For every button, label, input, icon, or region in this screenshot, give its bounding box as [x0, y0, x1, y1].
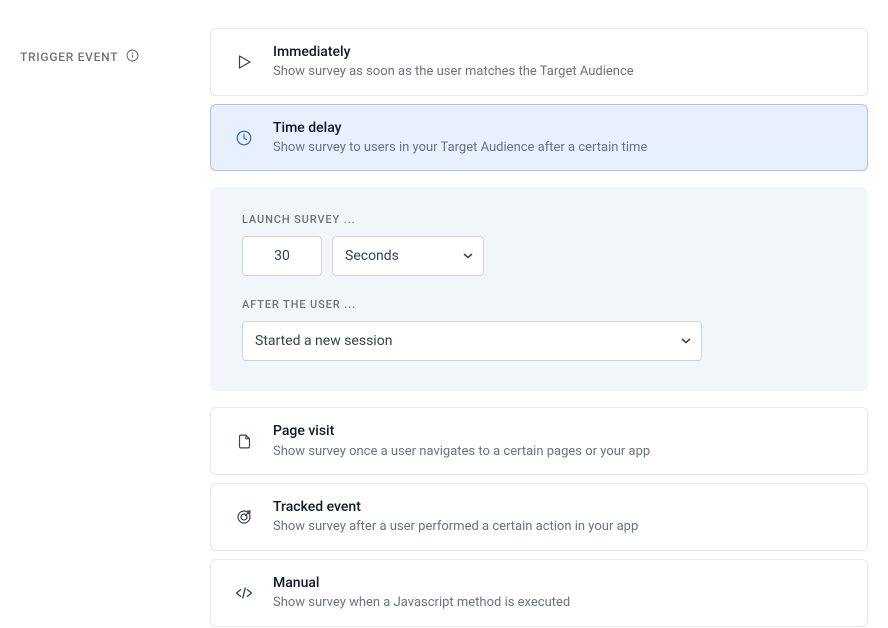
option-page-visit[interactable]: Page visit Show survey once a user navig… [210, 407, 868, 475]
option-desc: Show survey when a Javascript method is … [273, 594, 845, 612]
after-user-label: AFTER THE USER ... [242, 298, 836, 311]
info-icon[interactable] [126, 47, 139, 66]
option-desc: Show survey to users in your Target Audi… [273, 139, 845, 157]
option-manual[interactable]: Manual Show survey when a Javascript met… [210, 559, 868, 627]
delay-unit-select[interactable]: Seconds [332, 236, 484, 276]
option-tracked-event[interactable]: Tracked event Show survey after a user p… [210, 483, 868, 551]
time-delay-config-panel: LAUNCH SURVEY ... Seconds AFTER THE USER… [210, 187, 868, 391]
option-title: Manual [273, 574, 845, 592]
option-title: Page visit [273, 422, 845, 440]
launch-survey-label: LAUNCH SURVEY ... [242, 213, 836, 226]
clock-icon [233, 127, 255, 149]
option-title: Tracked event [273, 498, 845, 516]
option-title: Immediately [273, 43, 845, 61]
target-icon [233, 506, 255, 528]
play-icon [233, 51, 255, 73]
section-label: TRIGGER EVENT [20, 50, 118, 64]
option-desc: Show survey once a user navigates to a c… [273, 443, 845, 461]
delay-amount-input[interactable] [242, 236, 322, 276]
option-desc: Show survey as soon as the user matches … [273, 63, 845, 81]
page-icon [233, 430, 255, 452]
after-user-select[interactable]: Started a new session [242, 321, 702, 361]
option-desc: Show survey after a user performed a cer… [273, 518, 845, 536]
code-icon [233, 582, 255, 604]
option-immediately[interactable]: Immediately Show survey as soon as the u… [210, 28, 868, 96]
option-time-delay[interactable]: Time delay Show survey to users in your … [210, 104, 868, 172]
option-title: Time delay [273, 119, 845, 137]
